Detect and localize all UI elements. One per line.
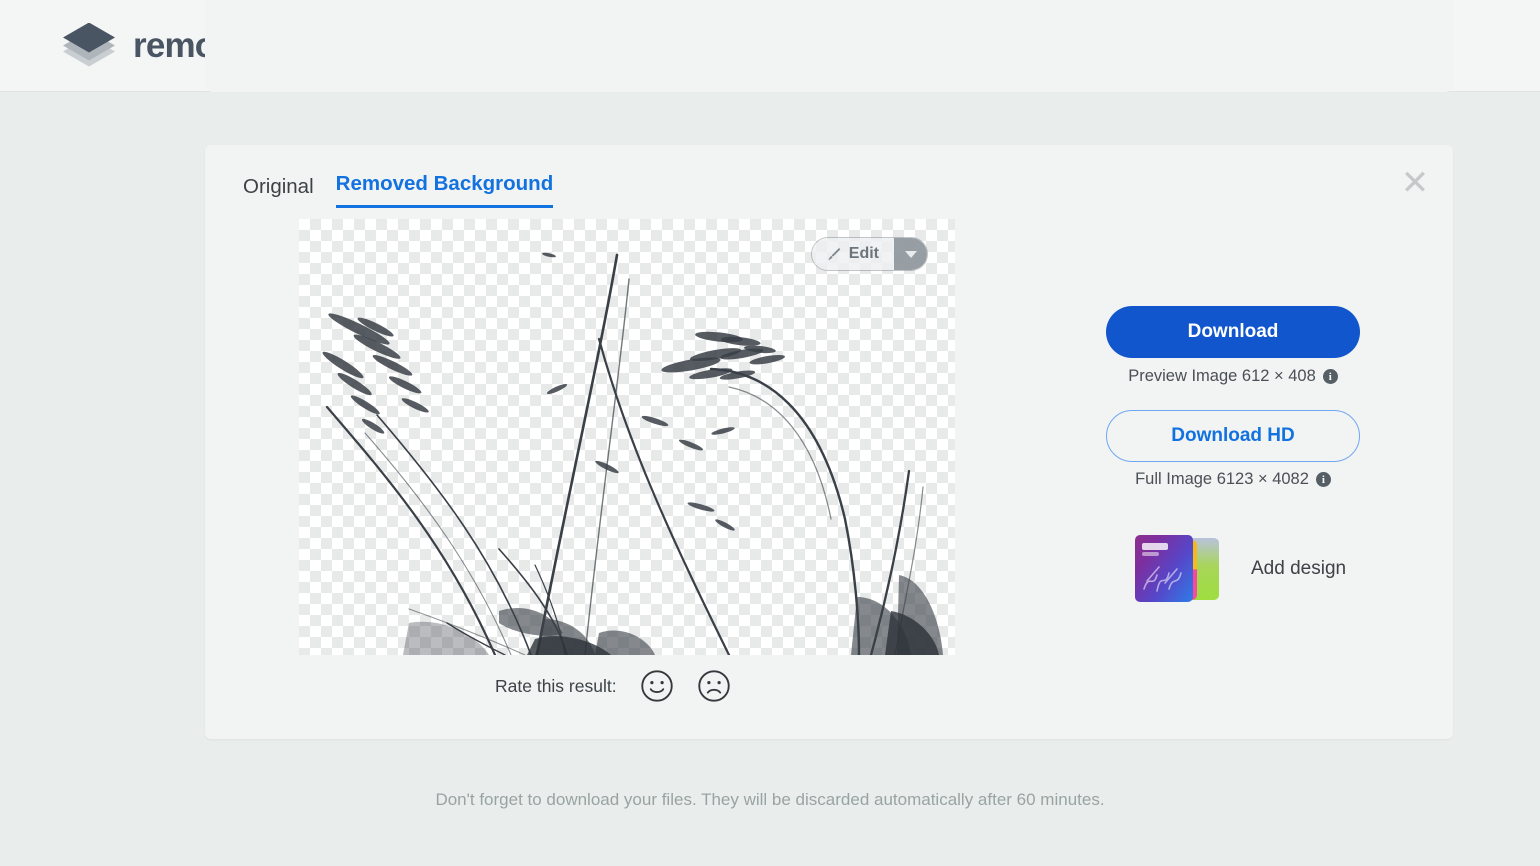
chevron-down-icon — [905, 251, 917, 258]
tab-label: Removed Background — [336, 172, 554, 195]
add-design-button[interactable]: Add design — [1135, 535, 1346, 602]
rate-result-label: Rate this result: — [495, 676, 617, 697]
tab-label: Original — [243, 175, 314, 198]
tab-removed-background[interactable]: Removed Background — [336, 172, 554, 208]
result-tabs: Original Removed Background — [243, 172, 575, 208]
info-icon[interactable]: i — [1316, 472, 1331, 487]
tab-original[interactable]: Original — [243, 175, 314, 208]
sad-face-icon[interactable] — [697, 669, 731, 703]
edit-dropdown-toggle[interactable] — [894, 238, 927, 270]
actions-panel: Download Preview Image 612 × 408 i Downl… — [1075, 145, 1435, 739]
preview-size-info: Preview Image 612 × 408 i — [1075, 367, 1391, 386]
rate-result-row: Rate this result: — [495, 669, 731, 703]
edit-button-main[interactable]: Edit — [812, 238, 894, 270]
download-hd-button[interactable]: Download HD — [1106, 410, 1360, 462]
image-preview[interactable]: Edit — [299, 219, 955, 655]
layers-diamond-icon — [58, 23, 120, 69]
info-icon[interactable]: i — [1323, 369, 1338, 384]
brush-icon — [825, 246, 842, 263]
full-size-label: Full Image 6123 × 4082 — [1135, 470, 1309, 489]
download-hd-button-label: Download HD — [1171, 425, 1295, 447]
add-design-label: Add design — [1251, 558, 1346, 580]
download-button[interactable]: Download — [1106, 306, 1360, 358]
discard-notice: Don't forget to download your files. The… — [0, 790, 1540, 810]
design-cards-icon — [1135, 535, 1232, 602]
edit-button-label: Edit — [849, 245, 879, 263]
page-root: removebg Remove Background How to use To… — [0, 0, 1540, 866]
preview-size-label: Preview Image 612 × 408 — [1128, 367, 1316, 386]
download-button-label: Download — [1188, 321, 1279, 343]
result-card: ✕ Original Removed Background — [205, 145, 1453, 739]
full-size-info: Full Image 6123 × 4082 i — [1075, 470, 1391, 489]
grass-image — [299, 219, 955, 655]
scribble-decoration — [1139, 559, 1189, 599]
happy-face-icon[interactable] — [640, 669, 674, 703]
edit-button[interactable]: Edit — [811, 237, 928, 271]
previous-result-card-stub — [205, 0, 1453, 92]
